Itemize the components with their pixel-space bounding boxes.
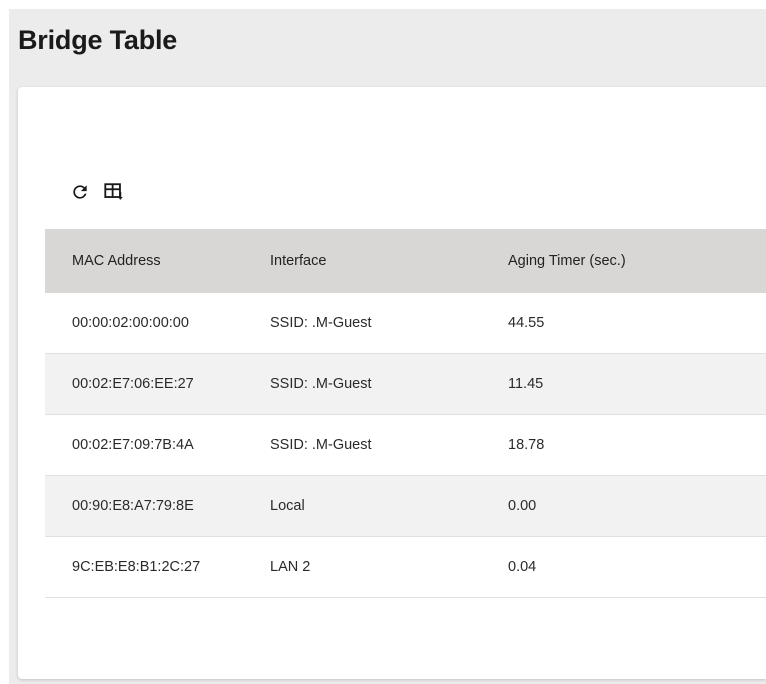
page-background: Bridge Table MAC Address Interface Aging… (9, 9, 766, 684)
table-row[interactable]: 00:02:E7:09:7B:4A SSID: .M-Guest 18.78 (45, 415, 766, 476)
column-header-aging-timer[interactable]: Aging Timer (sec.) (508, 253, 708, 269)
aging-timer-cell: 18.78 (508, 437, 545, 453)
mac-address-cell: 00:02:E7:06:EE:27 (72, 376, 194, 392)
table-export-icon (103, 181, 125, 203)
column-header-mac-address[interactable]: MAC Address (45, 253, 270, 269)
refresh-icon (70, 182, 90, 202)
mac-address-cell: 9C:EB:E8:B1:2C:27 (72, 559, 201, 575)
mac-address-cell: 00:90:E8:A7:79:8E (72, 498, 194, 514)
table-row[interactable]: 00:90:E8:A7:79:8E Local 0.00 (45, 476, 766, 537)
interface-cell: LAN 2 (270, 559, 311, 575)
aging-timer-cell: 0.00 (508, 498, 537, 514)
aging-timer-cell: 44.55 (508, 315, 545, 331)
interface-cell: SSID: .M-Guest (270, 376, 372, 392)
mac-address-cell: 00:02:E7:09:7B:4A (72, 437, 194, 453)
page-title: Bridge Table (18, 25, 178, 55)
bridge-table: MAC Address Interface Aging Timer (sec.)… (45, 229, 766, 598)
table-row[interactable]: 9C:EB:E8:B1:2C:27 LAN 2 0.04 (45, 537, 766, 598)
aging-timer-cell: 11.45 (508, 376, 544, 392)
table-row[interactable]: 00:00:02:00:00:00 SSID: .M-Guest 44.55 (45, 293, 766, 354)
table-row[interactable]: 00:02:E7:06:EE:27 SSID: .M-Guest 11.45 (45, 354, 766, 415)
interface-cell: Local (270, 498, 305, 514)
export-table-button[interactable] (102, 180, 126, 204)
refresh-button[interactable] (68, 180, 92, 204)
bridge-table-card: MAC Address Interface Aging Timer (sec.)… (18, 87, 766, 679)
table-header-row: MAC Address Interface Aging Timer (sec.) (45, 229, 766, 293)
table-toolbar (68, 180, 136, 204)
interface-cell: SSID: .M-Guest (270, 437, 372, 453)
mac-address-cell: 00:00:02:00:00:00 (72, 315, 189, 331)
interface-cell: SSID: .M-Guest (270, 315, 372, 331)
aging-timer-cell: 0.04 (508, 559, 537, 575)
column-header-interface[interactable]: Interface (270, 253, 508, 269)
